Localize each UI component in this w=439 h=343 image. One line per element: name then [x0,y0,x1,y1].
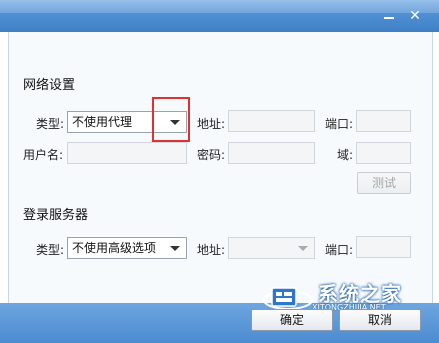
server-type-value: 不使用高级选项 [72,241,157,255]
server-type-select[interactable]: 不使用高级选项 [67,237,187,259]
username-field[interactable] [67,142,187,164]
minimize-icon[interactable] [381,8,397,24]
network-settings-title: 网络设置 [23,78,76,93]
server-type-label: 类型: [36,243,65,257]
proxy-address-field[interactable] [228,110,315,132]
password-label: 密码: [197,148,226,162]
server-port-label: 端口: [325,243,354,257]
test-button[interactable]: 测试 [357,172,411,194]
proxy-type-value: 不使用代理 [72,115,133,129]
proxy-port-label: 端口: [325,117,354,131]
proxy-address-label: 地址: [197,117,226,131]
title-bar: ✕ [0,0,439,32]
password-field[interactable] [228,142,315,164]
proxy-port-field[interactable] [356,110,411,132]
ok-button[interactable]: 确定 [251,309,333,331]
chevron-down-icon[interactable] [298,246,308,251]
proxy-type-label: 类型: [36,117,65,131]
title-bar-gloss [0,0,439,13]
chevron-down-icon[interactable] [170,246,180,251]
proxy-settings-dialog: ✕ 网络设置 类型: 不使用代理 地址: 端口: 用户名: 密码: 域: 测试 … [0,0,439,343]
settings-panel [8,32,433,304]
username-label: 用户名: [23,148,64,162]
domain-label: 域: [337,148,354,162]
domain-field[interactable] [356,142,411,164]
login-server-title: 登录服务器 [23,208,89,223]
cancel-button[interactable]: 取消 [339,309,421,331]
close-icon[interactable]: ✕ [407,8,423,24]
server-address-label: 地址: [197,243,226,257]
server-address-select[interactable] [228,237,315,259]
highlight-box [152,97,190,142]
server-port-field[interactable] [356,236,411,258]
